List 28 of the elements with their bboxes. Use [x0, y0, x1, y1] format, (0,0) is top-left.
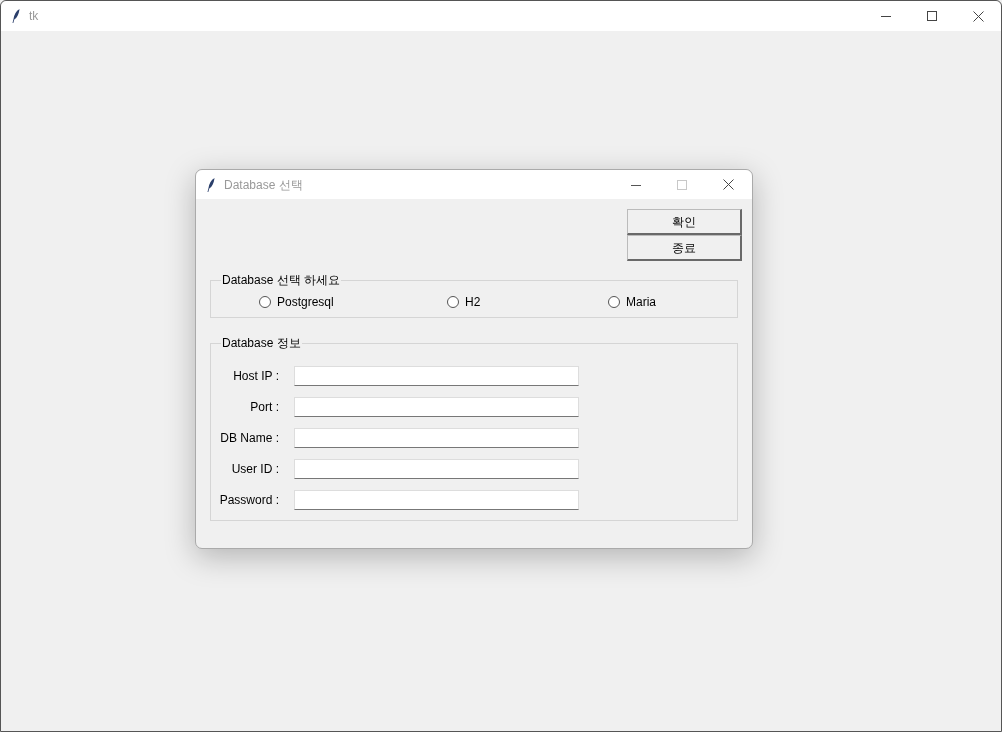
field-label: Password : — [218, 492, 279, 509]
dialog-button[interactable]: 종료 — [627, 235, 742, 261]
radio-button[interactable] — [608, 296, 620, 308]
input-field[interactable] — [294, 490, 579, 510]
radio-button[interactable] — [259, 296, 271, 308]
dialog-title: Database 선택 — [224, 176, 303, 194]
group-legend: Database 선택 하세요 — [221, 273, 342, 287]
field-label: Port : — [249, 399, 279, 416]
field-label: Host IP : — [232, 368, 279, 385]
radio-option[interactable]: Postgresql — [259, 293, 447, 311]
radio-option[interactable]: Maria — [608, 293, 708, 311]
maximize-icon — [677, 179, 687, 190]
feather-icon — [206, 176, 216, 193]
close-icon — [972, 10, 984, 22]
dialog-button[interactable]: 확인 — [627, 209, 742, 235]
radio-option[interactable]: H2 — [447, 293, 608, 311]
input-field[interactable] — [294, 459, 579, 479]
field-label: User ID : — [230, 461, 279, 478]
feather-icon — [11, 8, 21, 24]
group-legend: Database 정보 — [221, 336, 302, 350]
input-field[interactable] — [294, 428, 579, 448]
window-title: tk — [29, 8, 39, 25]
maximize-icon — [927, 11, 937, 21]
input-field[interactable] — [294, 397, 579, 417]
input-field[interactable] — [294, 366, 579, 386]
radio-button[interactable] — [447, 296, 459, 308]
close-icon — [722, 179, 734, 190]
field-label: DB Name : — [219, 430, 279, 447]
